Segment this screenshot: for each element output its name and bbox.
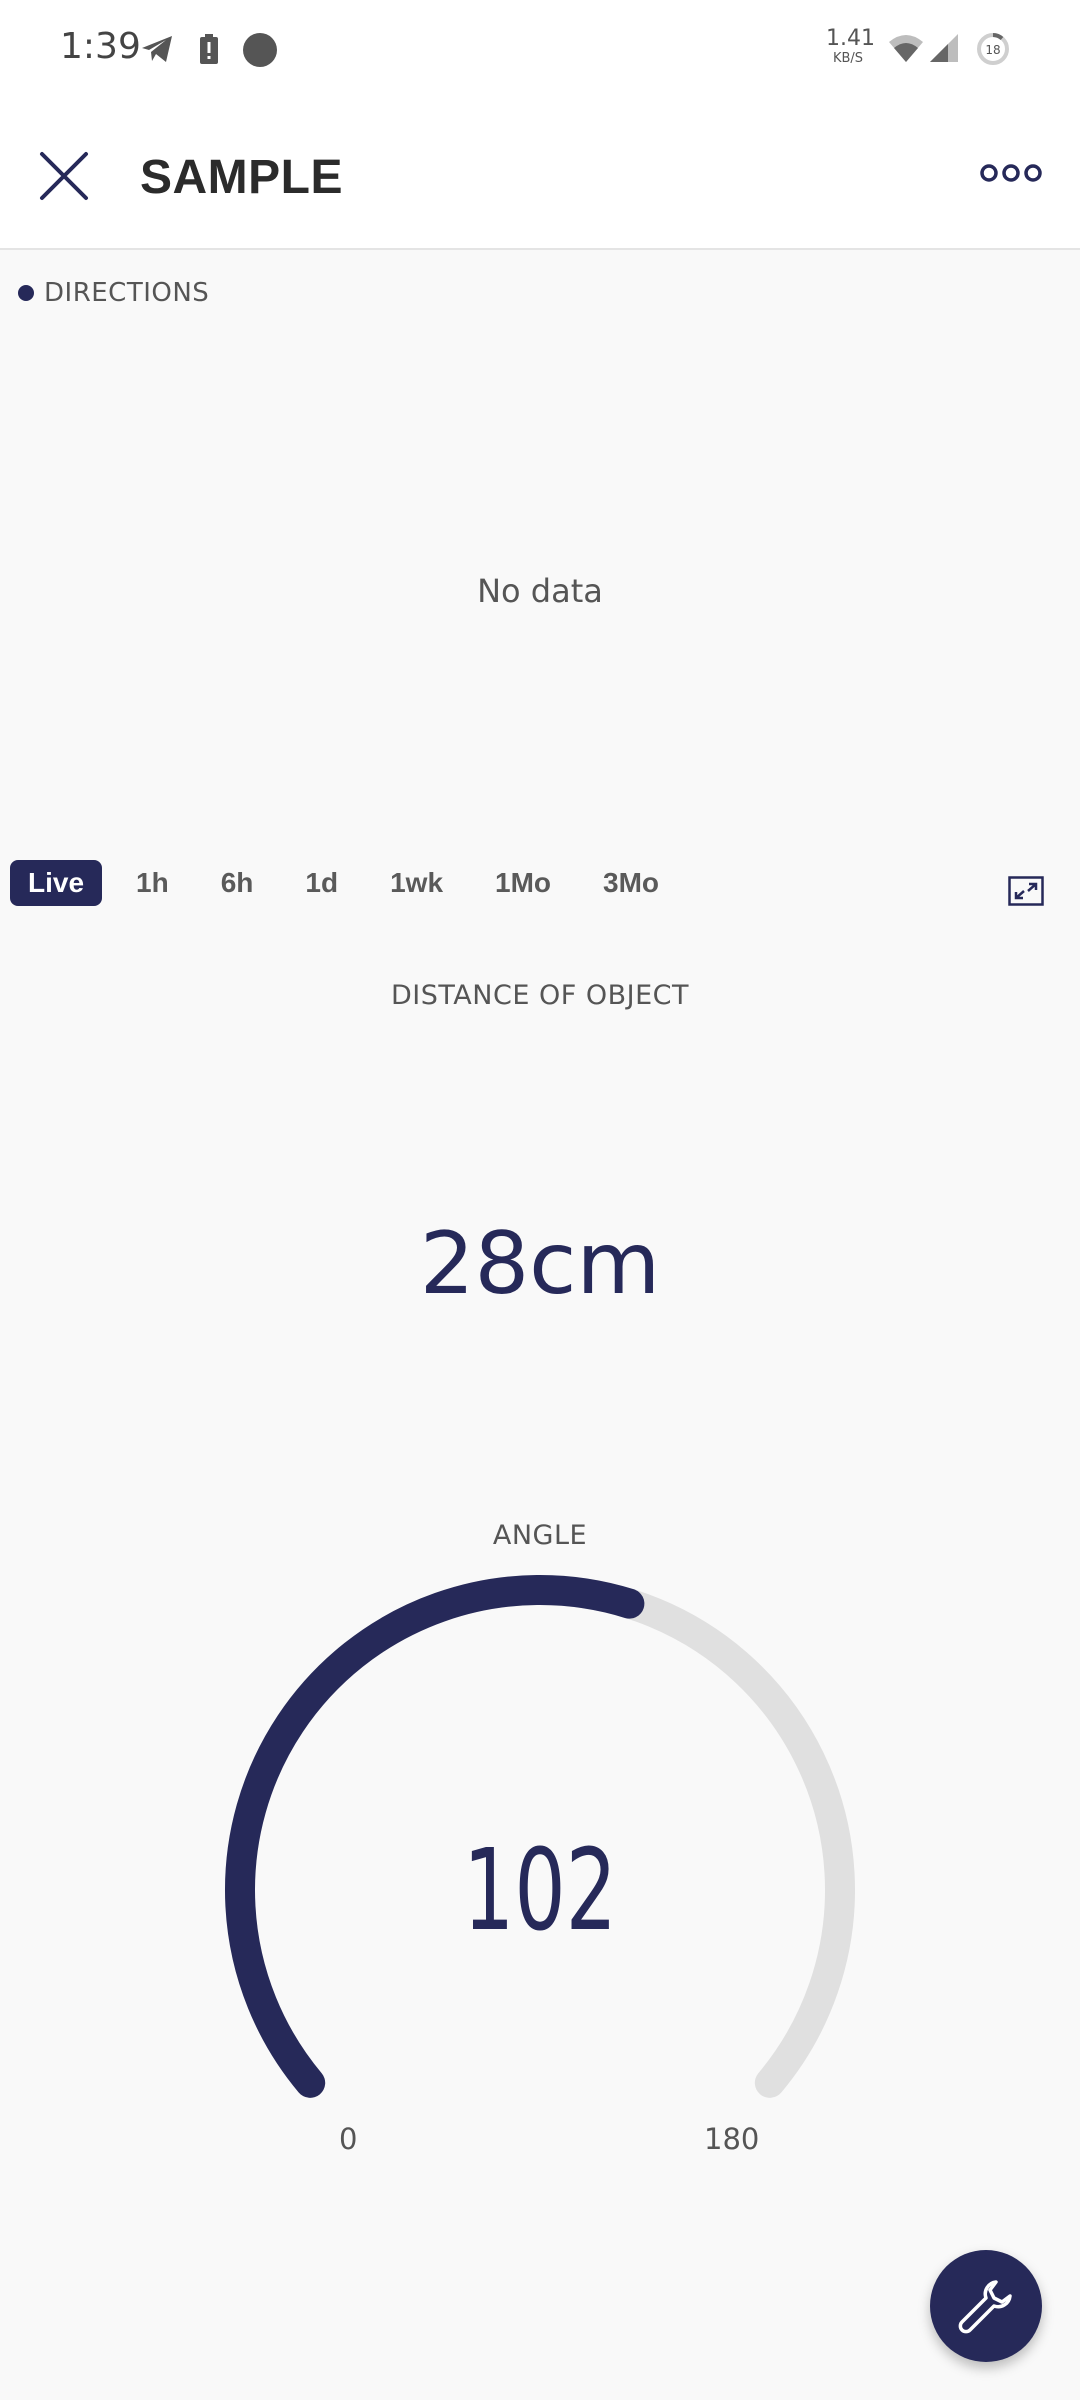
- network-speed-value: 1.41: [826, 26, 875, 51]
- circle-notification-icon: [242, 32, 278, 72]
- range-live[interactable]: Live: [10, 860, 103, 906]
- legend-label: DIRECTIONS: [44, 278, 210, 308]
- gauge-min-label: 0: [339, 2122, 358, 2156]
- settings-fab-button[interactable]: [930, 2250, 1042, 2362]
- angle-value: 102: [463, 1826, 617, 1956]
- range-6h[interactable]: 6h: [203, 860, 272, 906]
- telegram-icon: [140, 34, 174, 68]
- close-button[interactable]: [34, 146, 94, 206]
- app-bar: SAMPLE: [0, 100, 1080, 250]
- wifi-icon: [888, 32, 924, 68]
- range-1mo[interactable]: 1Mo: [477, 860, 569, 906]
- wrench-icon: [958, 2280, 1012, 2334]
- range-3mo[interactable]: 3Mo: [585, 860, 677, 906]
- expand-button[interactable]: [1008, 876, 1044, 906]
- battery-icon: 18: [976, 32, 1010, 70]
- more-options-icon: [980, 164, 1042, 182]
- close-icon: [40, 152, 88, 200]
- status-bar: 1:39 1.41 KB/S 18: [0, 0, 1080, 100]
- time-range-selector: Live 1h 6h 1d 1wk 1Mo 3Mo: [10, 860, 693, 906]
- battery-level: 18: [985, 43, 1000, 57]
- signal-icon: [928, 32, 960, 68]
- more-options-button[interactable]: [980, 158, 1042, 188]
- page-title: SAMPLE: [140, 151, 344, 204]
- network-speed-unit: KB/S: [832, 51, 864, 66]
- chart-empty-message: No data: [477, 572, 603, 610]
- gauge-max-label: 180: [704, 2122, 760, 2156]
- legend-dot-icon: [18, 285, 34, 301]
- status-time: 1:39: [60, 26, 141, 67]
- distance-value: 28cm: [419, 1214, 661, 1314]
- expand-icon: [1008, 876, 1044, 906]
- angle-label: ANGLE: [492, 1520, 588, 1551]
- distance-label: DISTANCE OF OBJECT: [391, 980, 689, 1011]
- range-1wk[interactable]: 1wk: [372, 860, 461, 906]
- network-speed: 1.41 KB/S: [826, 26, 875, 66]
- range-1h[interactable]: 1h: [118, 860, 187, 906]
- range-1d[interactable]: 1d: [287, 860, 356, 906]
- chart-legend[interactable]: DIRECTIONS: [18, 278, 209, 308]
- battery-alert-icon: [199, 34, 219, 68]
